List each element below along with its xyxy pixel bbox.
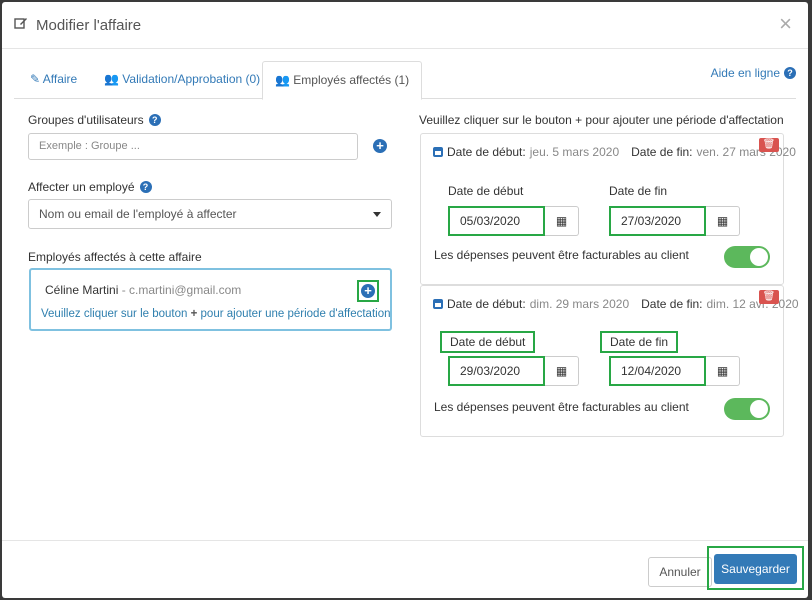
close-icon[interactable]: × — [779, 13, 792, 35]
end-date-label: Date de fin — [609, 184, 668, 198]
edit-icon — [14, 16, 28, 34]
tab-employees[interactable]: 👥 Employés affectés (1) — [262, 61, 423, 100]
calendar-button[interactable]: ▦ — [545, 206, 579, 236]
end-date-input[interactable]: 12/04/2020 — [609, 356, 706, 386]
pencil-icon: ✎ — [30, 72, 41, 86]
calendar-icon — [433, 147, 443, 157]
start-date-input[interactable]: 29/03/2020 — [448, 356, 545, 386]
groups-input[interactable]: Exemple : Groupe ... — [28, 133, 358, 160]
employee-name: Céline Martini — [45, 283, 119, 297]
trash-icon[interactable]: 🗑 — [759, 290, 779, 304]
tab-label: Validation/Approbation (0) — [122, 72, 261, 86]
plus-circle-icon: + — [361, 284, 375, 298]
period-summary: Date de début: jeu. 5 mars 2020 Date de … — [433, 145, 796, 159]
employee-select[interactable]: Nom ou email de l'employé à affecter — [28, 199, 392, 229]
calendar-button[interactable]: ▦ — [706, 356, 740, 386]
help-icon[interactable]: ? — [148, 114, 161, 126]
help-icon[interactable]: ? — [139, 181, 152, 193]
period-hint: Veuillez cliquer sur le bouton + pour aj… — [41, 308, 391, 320]
tab-label: Affaire — [42, 72, 78, 86]
calendar-icon: ▦ — [555, 214, 568, 228]
assign-label-text: Affecter un employé — [28, 180, 135, 194]
cancel-button[interactable]: Annuler — [648, 557, 712, 587]
help-link[interactable]: Aide en ligne ? — [711, 66, 796, 80]
billable-label: Les dépenses peuvent être facturables au… — [434, 248, 689, 262]
start-text: jeu. 5 mars 2020 — [529, 145, 620, 159]
groups-label-text: Groupes d'utilisateurs — [28, 113, 144, 127]
hint-after: pour ajouter une période d'affectation — [200, 308, 391, 320]
period-summary: Date de début: dim. 29 mars 2020 Date de… — [433, 297, 799, 311]
billable-toggle[interactable] — [724, 246, 770, 268]
modal-title-text: Modifier l'affaire — [36, 16, 142, 34]
add-group-icon[interactable]: + — [373, 139, 387, 153]
calendar-button[interactable]: ▦ — [545, 356, 579, 386]
trash-icon[interactable]: 🗑 — [759, 138, 779, 152]
users-icon: 👥 — [275, 73, 290, 87]
groups-label: Groupes d'utilisateurs ? — [28, 113, 161, 127]
start-caption: Date de début: — [447, 145, 526, 159]
hint-before: Veuillez cliquer sur le bouton — [41, 308, 188, 320]
employee-separator: - — [118, 283, 130, 297]
employee-email: c.martini@gmail.com — [129, 283, 242, 297]
start-date-label: Date de début — [440, 331, 536, 353]
employee-line: Céline Martini - c.martini@gmail.com — [45, 283, 241, 297]
save-button[interactable]: Sauvegarder — [714, 554, 797, 584]
tab-bar: ✎ Affaire 👥 Validation/Approbation (0) 👥… — [14, 61, 796, 100]
modal-header: Modifier l'affaire × — [2, 2, 808, 49]
end-text: ven. 27 mars 2020 — [696, 145, 796, 159]
add-period-button[interactable]: + — [357, 280, 379, 302]
tab-affaire[interactable]: ✎ Affaire — [18, 61, 89, 99]
assign-label: Affecter un employé ? — [28, 180, 152, 194]
end-date-input[interactable]: 27/03/2020 — [609, 206, 706, 236]
edit-project-modal: Modifier l'affaire × ✎ Affaire 👥 Validat… — [2, 2, 808, 598]
save-button-highlight: Sauvegarder — [707, 546, 804, 590]
tab-label: Employés affectés (1) — [293, 73, 410, 87]
modal-title: Modifier l'affaire — [14, 16, 141, 34]
end-caption: Date de fin: — [641, 297, 703, 311]
calendar-button[interactable]: ▦ — [706, 206, 740, 236]
caret-down-icon — [373, 212, 381, 217]
help-label: Aide en ligne — [710, 66, 780, 80]
calendar-icon: ▦ — [555, 364, 568, 378]
groups-placeholder: Exemple : Groupe ... — [39, 140, 140, 152]
assigned-employee-card: Céline Martini - c.martini@gmail.com + V… — [29, 268, 392, 331]
users-icon: 👥 — [104, 72, 119, 86]
billable-toggle[interactable] — [724, 398, 770, 420]
start-caption: Date de début: — [447, 297, 526, 311]
end-date-label: Date de fin — [600, 331, 679, 353]
period-card: Date de début: jeu. 5 mars 2020 Date de … — [420, 133, 796, 285]
start-text: dim. 29 mars 2020 — [529, 297, 630, 311]
modal-footer: Annuler Sauvegarder — [2, 540, 808, 598]
plus-icon: + — [190, 308, 198, 320]
billable-label: Les dépenses peuvent être facturables au… — [434, 400, 689, 414]
help-icon: ? — [784, 67, 796, 79]
start-date-input[interactable]: 05/03/2020 — [448, 206, 545, 236]
calendar-icon — [433, 299, 443, 309]
tab-validation[interactable]: 👥 Validation/Approbation (0) — [92, 61, 272, 99]
calendar-icon: ▦ — [716, 214, 729, 228]
assigned-label: Employés affectés à cette affaire — [28, 250, 202, 264]
end-caption: Date de fin: — [631, 145, 693, 159]
calendar-icon: ▦ — [716, 364, 729, 378]
period-card: Date de début: dim. 29 mars 2020 Date de… — [420, 285, 799, 437]
end-text: dim. 12 avr. 2020 — [706, 297, 799, 311]
start-date-label: Date de début — [448, 184, 524, 198]
employee-select-value: Nom ou email de l'employé à affecter — [39, 207, 237, 221]
periods-intro: Veuillez cliquer sur le bouton + pour aj… — [419, 113, 784, 127]
